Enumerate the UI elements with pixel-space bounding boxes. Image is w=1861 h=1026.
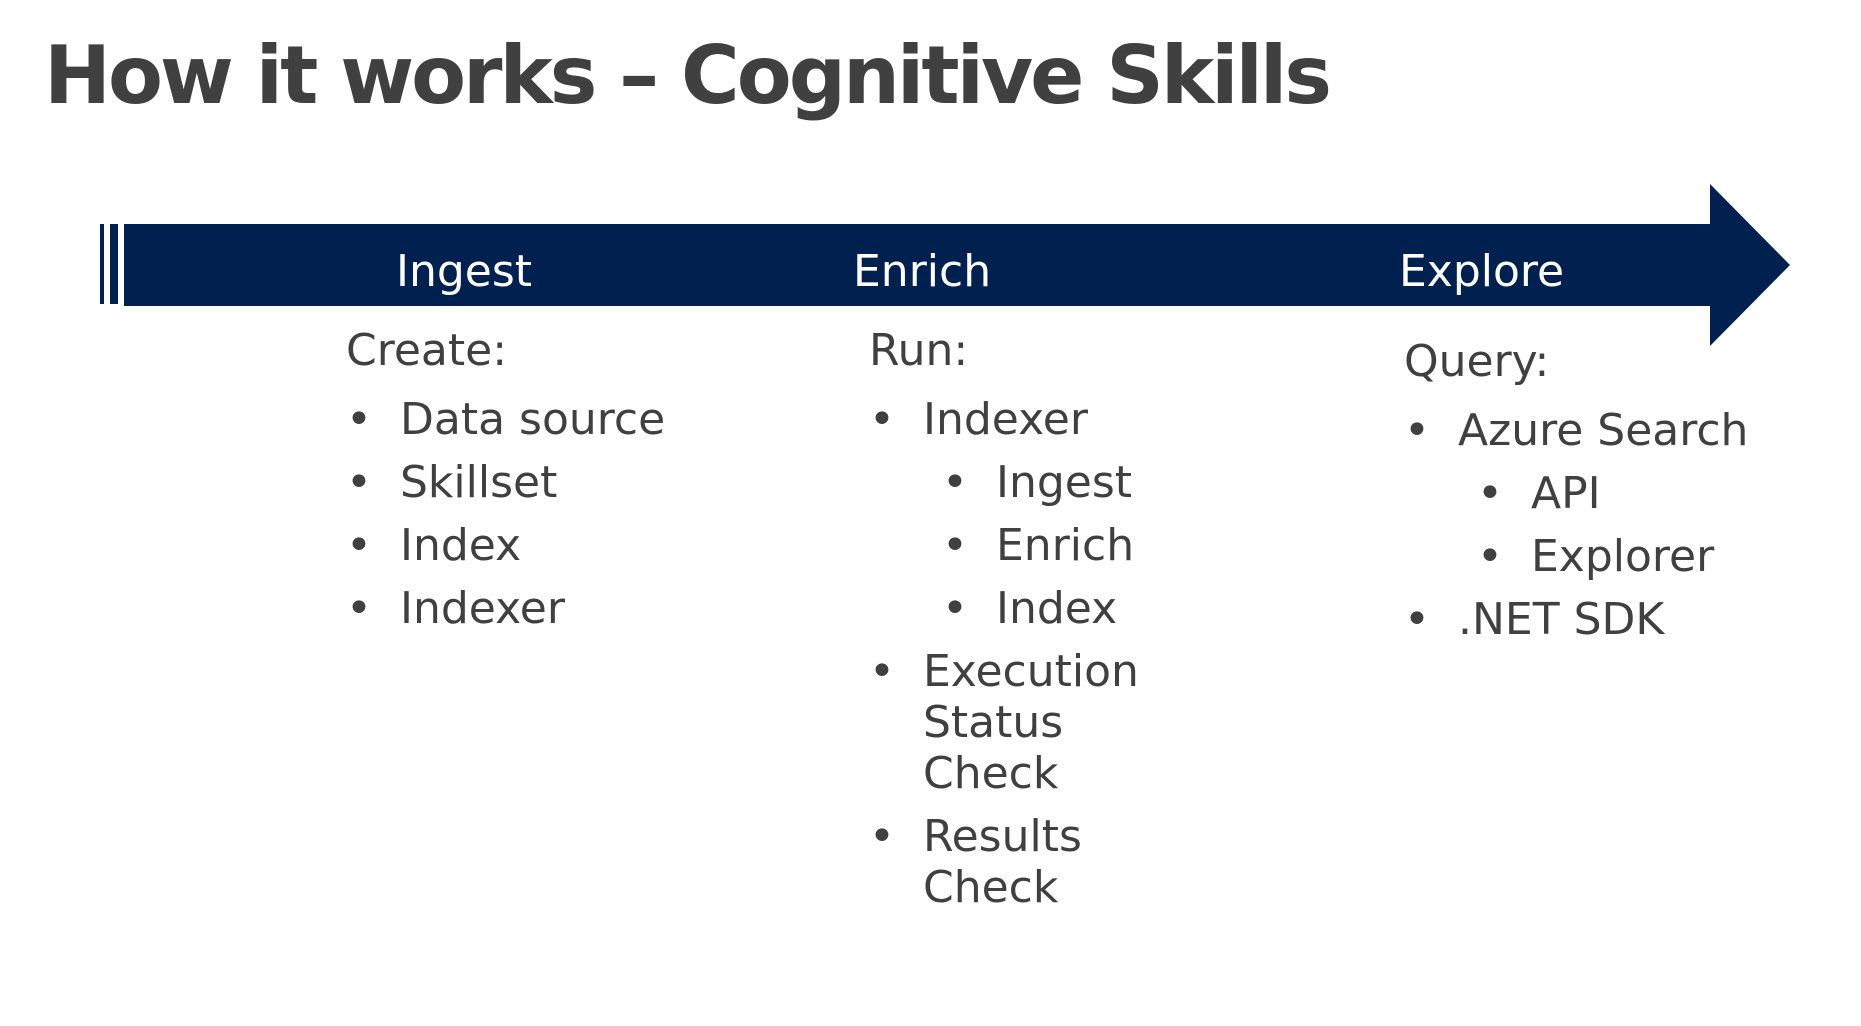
list-item-text: Data source [400, 394, 666, 445]
stage-label-enrich: Enrich [853, 246, 992, 297]
arrow-end-bar-2 [110, 224, 118, 304]
enrich-heading: Run: [869, 325, 969, 376]
enrich-column: Run: Indexer Ingest Enrich Index Executi… [869, 324, 1143, 913]
ingest-column: Create: Data source Skillset Index Index… [346, 324, 665, 634]
list-item-text: Execution Status Check [923, 646, 1139, 799]
list-item-text: Indexer [400, 583, 565, 634]
list-item: Indexer [869, 394, 1143, 445]
slide-title: How it works – Cognitive Skills [44, 29, 1332, 122]
list-item: Data source [346, 394, 665, 445]
list-item: Indexer [346, 583, 665, 634]
list-item-text: Azure Search [1458, 405, 1749, 456]
sub-list-item: Ingest [942, 457, 1143, 508]
list-item-text: Enrich [996, 520, 1135, 571]
list-item: Index [346, 520, 665, 571]
list-item: .NET SDK [1404, 594, 1748, 645]
explore-list: Azure Search API Explorer .NET SDK [1404, 405, 1748, 645]
arrow-end-bar-1 [100, 224, 104, 304]
list-item: Results Check [869, 811, 1143, 913]
list-item: Azure Search [1404, 405, 1748, 456]
list-item-text: .NET SDK [1458, 594, 1665, 645]
list-item-text: Explorer [1531, 531, 1715, 582]
list-item-text: Indexer [923, 394, 1088, 445]
explore-column: Query: Azure Search API Explorer .NET SD… [1404, 335, 1748, 645]
list-item-text: Results Check [923, 811, 1082, 913]
sub-list-item: Enrich [942, 520, 1143, 571]
list-item-text: Skillset [400, 457, 558, 508]
list-item-text: API [1531, 468, 1601, 519]
sub-list-item: API [1477, 468, 1748, 519]
list-item-text: Index [996, 583, 1118, 634]
stage-label-ingest: Ingest [396, 246, 533, 297]
ingest-heading: Create: [346, 325, 508, 376]
list-item: Skillset [346, 457, 665, 508]
sub-list-item: Index [942, 583, 1143, 634]
list-item-text: Ingest [996, 457, 1133, 508]
sub-list-item: Explorer [1477, 531, 1748, 582]
explore-heading: Query: [1404, 336, 1550, 387]
stage-label-explore: Explore [1399, 246, 1565, 297]
ingest-list: Data source Skillset Index Indexer [346, 394, 665, 634]
enrich-list: Indexer Ingest Enrich Index Execution St… [869, 394, 1143, 913]
list-item: Execution Status Check [869, 646, 1143, 799]
list-item-text: Index [400, 520, 522, 571]
